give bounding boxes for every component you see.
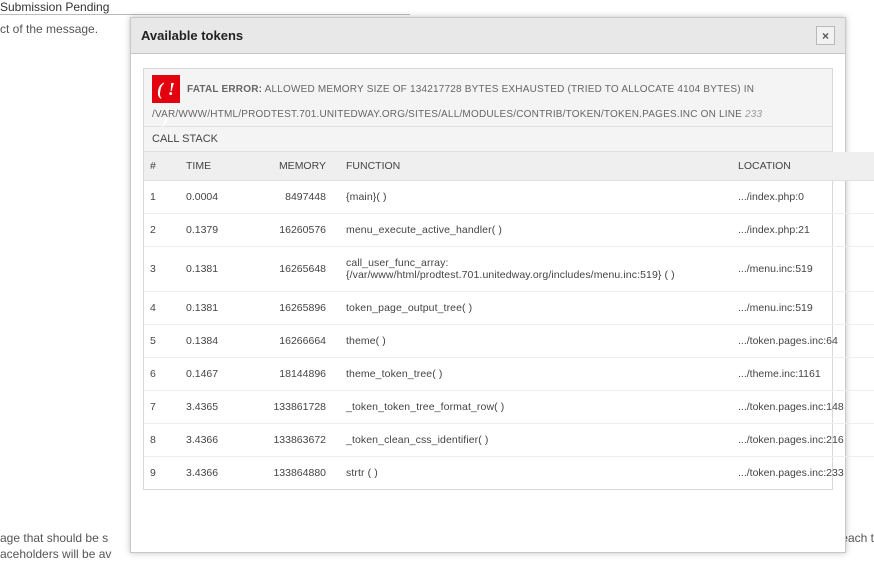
page-footer-text: age that should be s aceholders will be … — [0, 530, 111, 562]
cell-num: 2 — [144, 214, 180, 247]
table-row: 83.4366133863672_token_clean_css_identif… — [144, 424, 874, 457]
cell-time: 3.4366 — [180, 424, 248, 457]
table-row: 93.4366133864880strtr ( ).../token.pages… — [144, 457, 874, 490]
cell-location: .../token.pages.inc:216 — [732, 424, 874, 457]
call-stack-caption: CALL STACK — [144, 126, 832, 152]
cell-num: 8 — [144, 424, 180, 457]
cell-function: _token_clean_css_identifier( ) — [340, 424, 732, 457]
table-row: 40.138116265896token_page_output_tree( )… — [144, 292, 874, 325]
cell-time: 0.1381 — [180, 292, 248, 325]
cell-location: .../token.pages.inc:233 — [732, 457, 874, 490]
cell-memory: 16265896 — [248, 292, 340, 325]
cell-memory: 16260576 — [248, 214, 340, 247]
table-row: 30.138116265648call_user_func_array: {/v… — [144, 247, 874, 292]
col-header-num: # — [144, 152, 180, 181]
cell-num: 3 — [144, 247, 180, 292]
cell-memory: 8497448 — [248, 181, 340, 214]
cell-time: 0.1379 — [180, 214, 248, 247]
cell-function: strtr ( ) — [340, 457, 732, 490]
cell-function: theme_token_tree( ) — [340, 358, 732, 391]
cell-location: .../token.pages.inc:64 — [732, 325, 874, 358]
modal-header: Available tokens × — [131, 18, 845, 54]
cell-location: .../index.php:0 — [732, 181, 874, 214]
cell-function: _token_token_tree_format_row( ) — [340, 391, 732, 424]
table-row: 73.4365133861728_token_token_tree_format… — [144, 391, 874, 424]
col-header-memory: MEMORY — [248, 152, 340, 181]
table-row: 60.146718144896theme_token_tree( ).../th… — [144, 358, 874, 391]
cell-location: .../menu.inc:519 — [732, 292, 874, 325]
error-body: ALLOWED MEMORY SIZE OF 134217728 BYTES E… — [262, 84, 754, 95]
cell-location: .../index.php:21 — [732, 214, 874, 247]
cell-memory: 133864880 — [248, 457, 340, 490]
cell-function: menu_execute_active_handler( ) — [340, 214, 732, 247]
cell-function: {main}( ) — [340, 181, 732, 214]
table-row: 20.137916260576menu_execute_active_handl… — [144, 214, 874, 247]
col-header-location: LOCATION — [732, 152, 874, 181]
cell-time: 0.0004 — [180, 181, 248, 214]
cell-num: 5 — [144, 325, 180, 358]
error-icon: ( ! ) — [152, 75, 180, 103]
error-path-line: /VAR/WWW/HTML/PRODTEST.701.UNITEDWAY.ORG… — [152, 109, 824, 120]
available-tokens-modal: Available tokens × ( ! ) FATAL ERROR: AL… — [130, 17, 846, 553]
error-online: ON LINE — [698, 109, 745, 120]
cell-time: 3.4365 — [180, 391, 248, 424]
cell-memory: 133861728 — [248, 391, 340, 424]
close-button[interactable]: × — [816, 26, 835, 45]
error-path: /VAR/WWW/HTML/PRODTEST.701.UNITEDWAY.ORG… — [152, 109, 698, 120]
table-header-row: # TIME MEMORY FUNCTION LOCATION — [144, 152, 874, 181]
cell-num: 9 — [144, 457, 180, 490]
cell-num: 1 — [144, 181, 180, 214]
error-message: FATAL ERROR: ALLOWED MEMORY SIZE OF 1342… — [152, 84, 824, 121]
col-header-function: FUNCTION — [340, 152, 732, 181]
error-line-number: 233 — [745, 109, 762, 120]
col-header-time: TIME — [180, 152, 248, 181]
modal-body: ( ! ) FATAL ERROR: ALLOWED MEMORY SIZE O… — [131, 54, 845, 504]
cell-num: 4 — [144, 292, 180, 325]
error-prefix: FATAL ERROR: — [187, 84, 262, 95]
close-icon: × — [822, 29, 829, 43]
cell-function: theme( ) — [340, 325, 732, 358]
cell-num: 6 — [144, 358, 180, 391]
cell-location: .../menu.inc:519 — [732, 247, 874, 292]
footer-line-1: age that should be s — [0, 531, 108, 545]
divider — [0, 14, 410, 15]
cell-memory: 18144896 — [248, 358, 340, 391]
modal-title: Available tokens — [141, 28, 243, 43]
cell-function: token_page_output_tree( ) — [340, 292, 732, 325]
cell-memory: 16266664 — [248, 325, 340, 358]
page-field-label: Submission Pending — [0, 0, 109, 14]
cell-time: 0.1384 — [180, 325, 248, 358]
cell-memory: 16265648 — [248, 247, 340, 292]
error-panel: ( ! ) FATAL ERROR: ALLOWED MEMORY SIZE O… — [143, 68, 833, 490]
error-header: ( ! ) FATAL ERROR: ALLOWED MEMORY SIZE O… — [144, 69, 832, 126]
footer-line-2: aceholders will be av — [0, 547, 111, 561]
cell-memory: 133863672 — [248, 424, 340, 457]
cell-location: .../token.pages.inc:148 — [732, 391, 874, 424]
cell-time: 0.1381 — [180, 247, 248, 292]
call-stack-table: # TIME MEMORY FUNCTION LOCATION 10.00048… — [144, 152, 874, 489]
cell-location: .../theme.inc:1161 — [732, 358, 874, 391]
cell-time: 3.4366 — [180, 457, 248, 490]
cell-function: call_user_func_array: {/var/www/html/pro… — [340, 247, 732, 292]
page-help-text: ct of the message. — [0, 22, 98, 36]
table-row: 10.00048497448{main}( ).../index.php:0 — [144, 181, 874, 214]
table-row: 50.138416266664theme( ).../token.pages.i… — [144, 325, 874, 358]
cell-num: 7 — [144, 391, 180, 424]
cell-time: 0.1467 — [180, 358, 248, 391]
